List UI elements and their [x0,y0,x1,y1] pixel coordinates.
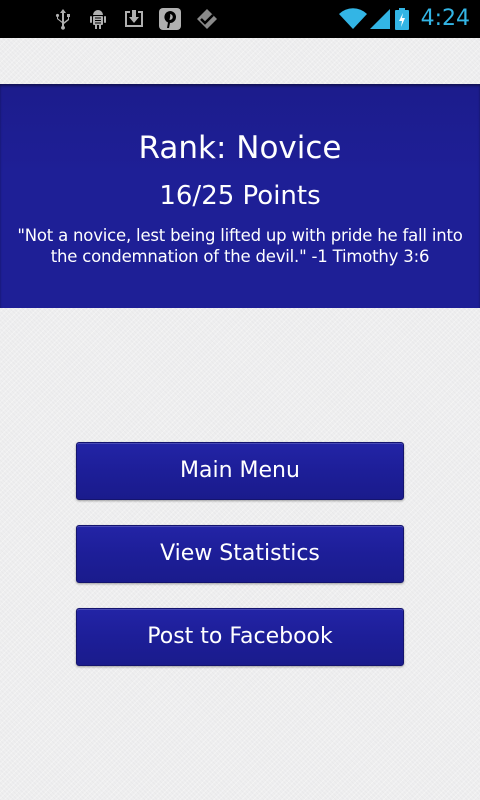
rank-quote-line: "Not a novice, lest being lifted up with… [17,226,463,245]
signal-icon [368,7,392,31]
usb-icon [51,7,75,31]
pinterest-icon [158,7,182,31]
rank-quote-line: the condemnation of the devil." -1 Timot… [50,247,430,266]
status-bar: 4:24 [0,0,480,38]
rank-points: 16/25 Points [159,181,321,211]
rank-quote: "Not a novice, lest being lifted up with… [15,225,465,267]
app-notification-icon [195,7,219,31]
post-to-facebook-button-label: Post to Facebook [147,624,333,649]
wifi-icon [338,7,368,31]
main-menu-button[interactable]: Main Menu [76,442,404,500]
download-icon [122,7,146,31]
post-to-facebook-button[interactable]: Post to Facebook [76,608,404,666]
view-statistics-button-label: View Statistics [160,541,320,566]
battery-charging-icon [394,7,410,31]
main-menu-button-label: Main Menu [180,458,300,483]
rank-title: Rank: Novice [138,130,342,166]
status-time: 4:24 [420,6,470,31]
android-debug-icon [86,7,110,31]
view-statistics-button[interactable]: View Statistics [76,525,404,583]
